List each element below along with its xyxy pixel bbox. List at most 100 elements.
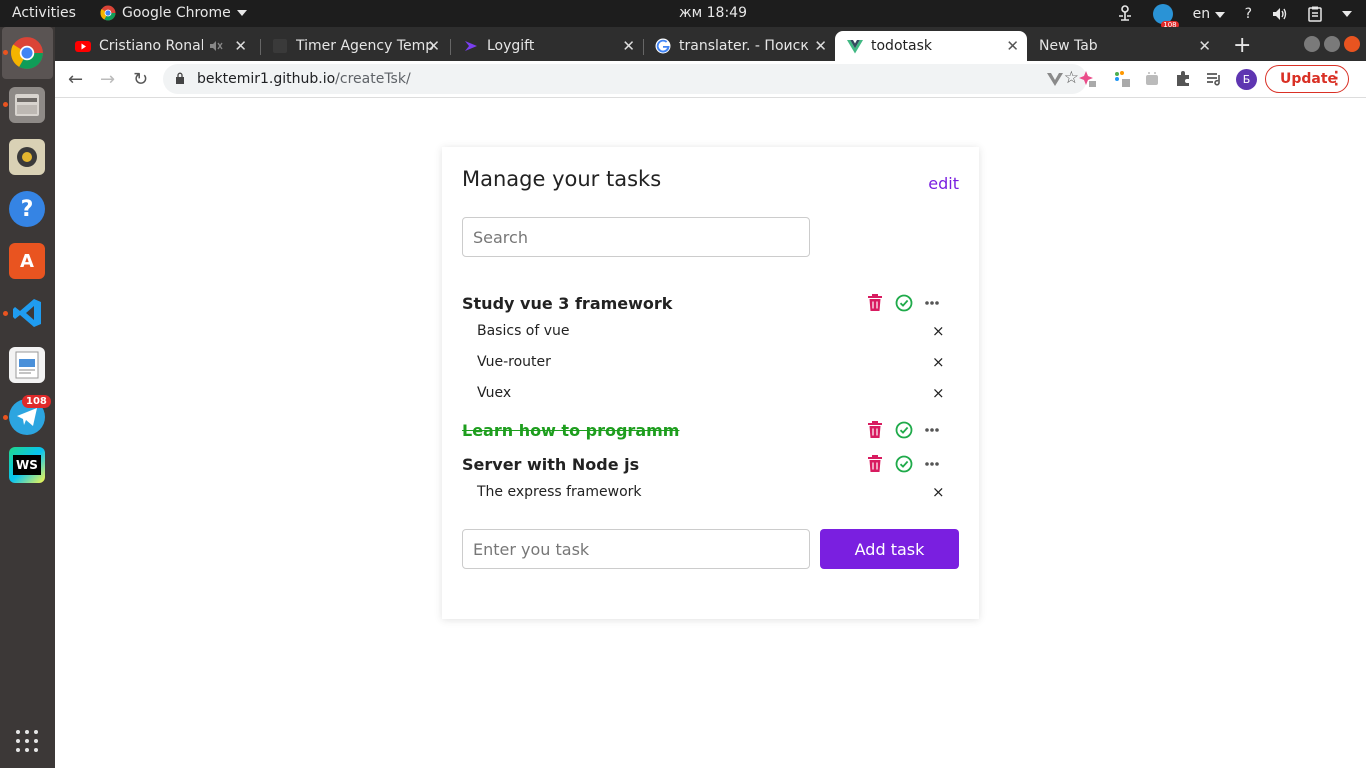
- check-circle-icon[interactable]: [895, 455, 913, 473]
- chrome-small-icon: [100, 5, 116, 21]
- running-indicator: [3, 102, 8, 107]
- notification-app-icon[interactable]: 108: [1152, 4, 1179, 29]
- remove-subtask-icon[interactable]: ×: [932, 322, 945, 340]
- lock-icon[interactable]: [175, 72, 185, 84]
- remove-subtask-icon[interactable]: ×: [932, 483, 945, 501]
- webstorm-icon: WS: [13, 455, 41, 475]
- vue-devtools-extension-icon[interactable]: [1046, 70, 1064, 88]
- search-input[interactable]: [462, 217, 810, 257]
- close-icon[interactable]: ✕: [622, 37, 635, 55]
- task-actions: [867, 421, 939, 439]
- running-indicator: [3, 311, 8, 316]
- page-icon: [273, 39, 287, 53]
- more-horizontal-icon[interactable]: [925, 294, 939, 312]
- color-picker-extension-icon[interactable]: [1079, 70, 1097, 88]
- reload-icon[interactable]: ↻: [133, 69, 148, 90]
- tab-timer-agency[interactable]: Timer Agency Temp ✕: [260, 31, 448, 61]
- new-tab-button[interactable]: +: [1233, 33, 1251, 58]
- close-icon[interactable]: ✕: [1198, 37, 1211, 55]
- rhythmbox-dock-icon[interactable]: [9, 139, 45, 175]
- trash-icon[interactable]: [867, 421, 883, 439]
- tab-loygift[interactable]: Loygift ✕: [451, 31, 643, 61]
- loygift-icon: [465, 41, 477, 51]
- close-icon[interactable]: ✕: [814, 37, 827, 55]
- minimize-button[interactable]: [1304, 36, 1320, 52]
- app-menu[interactable]: Google Chrome: [100, 5, 247, 21]
- keyboard-layout[interactable]: en: [1193, 6, 1225, 22]
- tab-label: Cristiano Ronal: [99, 38, 203, 54]
- media-queue-icon[interactable]: [1205, 70, 1223, 88]
- chevron-down-icon: [1214, 12, 1225, 18]
- vscode-icon: [13, 299, 41, 327]
- new-task-input[interactable]: [462, 529, 810, 569]
- document-viewer-dock-icon[interactable]: [9, 347, 45, 383]
- trash-icon[interactable]: [867, 455, 883, 473]
- bookmark-star-icon[interactable]: ☆: [1064, 68, 1079, 88]
- edit-link[interactable]: edit: [928, 174, 959, 193]
- system-tray: 108 en ?: [1117, 4, 1352, 29]
- task-actions: [867, 455, 939, 473]
- tab-new-tab[interactable]: New Tab ✕: [1027, 31, 1219, 61]
- subtask-item: The express framework: [477, 484, 642, 500]
- task-title-completed[interactable]: Learn how to programm: [462, 421, 679, 440]
- page-title: Manage your tasks: [462, 167, 662, 191]
- address-bar[interactable]: bektemir1.github.io/createTsk/ ☆: [163, 64, 1087, 94]
- vscode-dock-icon[interactable]: [9, 295, 45, 331]
- clipboard-icon[interactable]: [1308, 6, 1322, 22]
- task-title[interactable]: Study vue 3 framework: [462, 294, 672, 313]
- google-icon: [655, 38, 671, 54]
- remove-subtask-icon[interactable]: ×: [932, 353, 945, 371]
- dots-extension-icon[interactable]: [1113, 70, 1131, 88]
- task-actions: [867, 294, 939, 312]
- url-host: bektemir1.github.io: [197, 71, 336, 87]
- forward-arrow-icon[interactable]: →: [100, 69, 115, 90]
- close-icon[interactable]: ✕: [234, 37, 247, 55]
- profile-avatar[interactable]: Б: [1236, 69, 1257, 90]
- tab-label: New Tab: [1039, 38, 1098, 54]
- puzzle-icon[interactable]: [1174, 70, 1192, 88]
- page-viewport: Manage your tasks edit Study vue 3 frame…: [55, 98, 1366, 768]
- tab-todotask[interactable]: todotask ✕: [835, 31, 1027, 61]
- app-menu-label: Google Chrome: [122, 5, 231, 21]
- todo-card: Manage your tasks edit Study vue 3 frame…: [442, 147, 979, 619]
- help-dock-icon[interactable]: ?: [9, 191, 45, 227]
- more-horizontal-icon[interactable]: [925, 421, 939, 439]
- system-top-bar: Activities Google Chrome жм 18:49 108 en…: [0, 0, 1366, 29]
- back-arrow-icon[interactable]: ←: [68, 69, 83, 90]
- subtask-item: Vuex: [477, 385, 512, 401]
- check-circle-icon[interactable]: [895, 294, 913, 312]
- tab-youtube[interactable]: Cristiano Ronal ✕: [63, 31, 255, 61]
- browser-toolbar: ← → ↻ bektemir1.github.io/createTsk/ ☆ Б…: [55, 61, 1366, 98]
- close-window-button[interactable]: [1344, 36, 1360, 52]
- trash-icon[interactable]: [867, 294, 883, 312]
- add-task-button[interactable]: Add task: [820, 529, 959, 569]
- android-extension-icon[interactable]: [1143, 70, 1161, 88]
- network-icon[interactable]: [1117, 5, 1133, 23]
- maximize-button[interactable]: [1324, 36, 1340, 52]
- chrome-dock-icon[interactable]: [9, 35, 45, 71]
- tab-label: translater. - Поиск: [679, 38, 809, 54]
- check-circle-icon[interactable]: [895, 421, 913, 439]
- more-horizontal-icon[interactable]: [925, 455, 939, 473]
- tab-translater[interactable]: translater. - Поиск ✕: [643, 31, 835, 61]
- remove-subtask-icon[interactable]: ×: [932, 384, 945, 402]
- help-icon[interactable]: ?: [1245, 6, 1252, 22]
- activities-button[interactable]: Activities: [12, 5, 76, 21]
- volume-icon[interactable]: [1272, 7, 1288, 21]
- webstorm-dock-icon[interactable]: WS: [9, 447, 45, 483]
- shopping-bag-icon: A: [20, 250, 34, 272]
- files-dock-icon[interactable]: [9, 87, 45, 123]
- kebab-menu-icon[interactable]: · · ·: [1334, 66, 1339, 92]
- task-title[interactable]: Server with Node js: [462, 455, 639, 474]
- close-icon[interactable]: ✕: [1006, 37, 1019, 55]
- close-icon[interactable]: ✕: [427, 37, 440, 55]
- update-button[interactable]: Update · · ·: [1265, 65, 1349, 93]
- software-center-dock-icon[interactable]: A: [9, 243, 45, 279]
- desktop: Activities Google Chrome жм 18:49 108 en…: [0, 0, 1366, 768]
- file-cabinet-icon: [15, 94, 39, 116]
- clock[interactable]: жм 18:49: [679, 5, 747, 21]
- show-applications-icon[interactable]: [16, 730, 38, 752]
- speaker-mute-icon[interactable]: [209, 40, 223, 52]
- tab-label: Loygift: [487, 38, 535, 54]
- system-menu-chevron-icon[interactable]: [1342, 11, 1352, 17]
